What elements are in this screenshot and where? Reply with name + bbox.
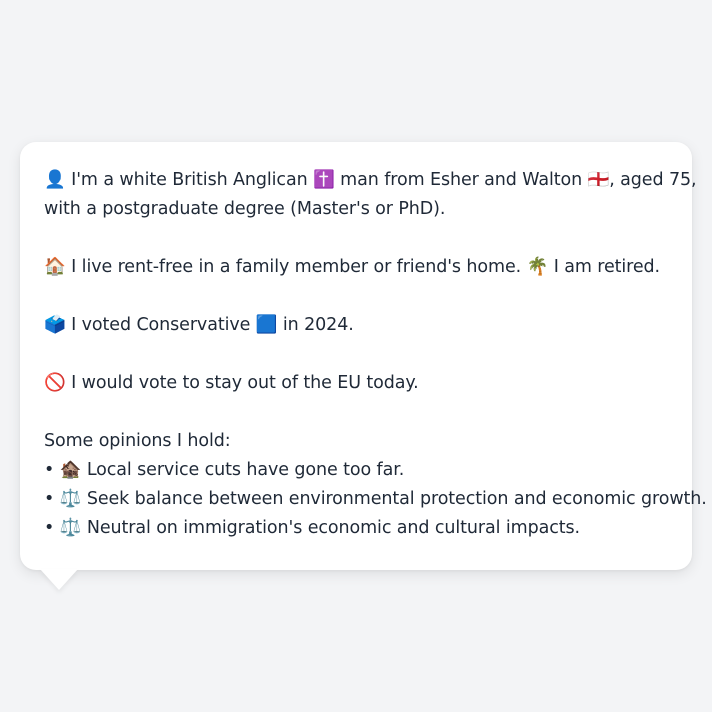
speech-bubble-tail <box>40 569 78 590</box>
opinion-item-immigration: • ⚖️ Neutral on immigration's economic a… <box>44 518 580 538</box>
eu-line: 🚫 I would vote to stay out of the EU tod… <box>44 373 419 393</box>
persona-card: 👤 I'm a white British Anglican ✝️ man fr… <box>20 142 707 570</box>
opinion-item-local-services: • 🏚️ Local service cuts have gone too fa… <box>44 460 405 480</box>
opinions-heading: Some opinions I hold: <box>44 431 231 451</box>
housing-line: 🏠 I live rent-free in a family member or… <box>44 257 661 277</box>
vote-line: 🗳️ I voted Conservative 🟦 in 2024. <box>44 315 354 335</box>
identity-line-1: 👤 I'm a white British Anglican ✝️ man fr… <box>44 170 697 190</box>
identity-line-2: with a postgraduate degree (Master's or … <box>44 199 446 219</box>
opinion-item-environment: • ⚖️ Seek balance between environmental … <box>44 489 707 509</box>
